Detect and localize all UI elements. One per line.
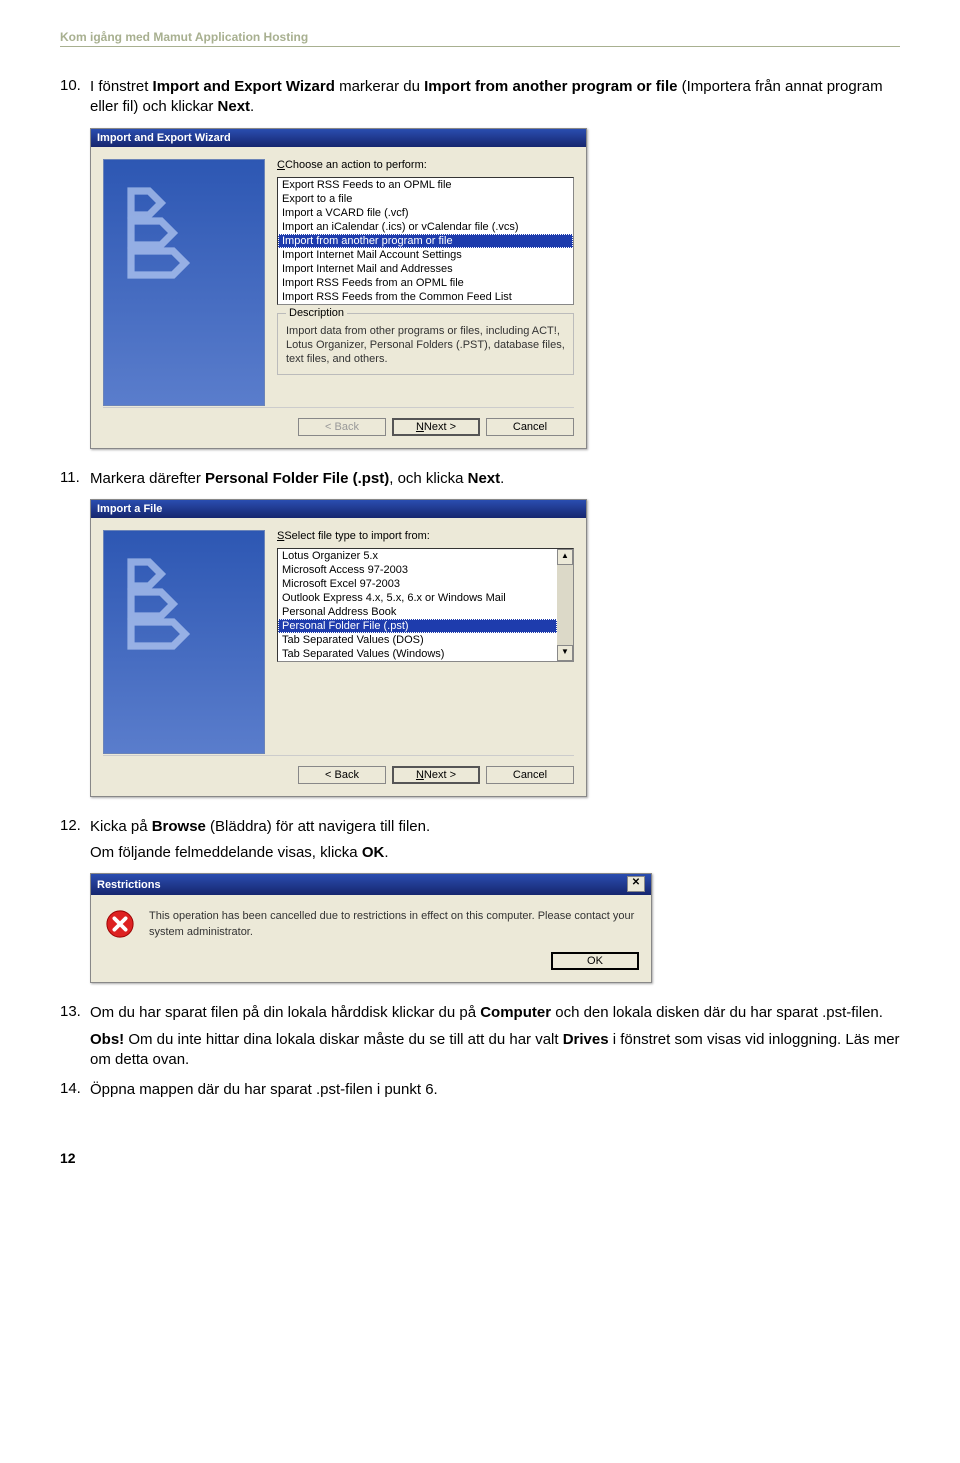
back-button: < Back — [298, 418, 386, 436]
description-text: Import data from other programs or files… — [286, 324, 565, 367]
step-10: 10. I fönstret Import and Export Wizard … — [60, 77, 900, 118]
cancel-button[interactable]: Cancel — [486, 418, 574, 436]
restrictions-text: This operation has been cancelled due to… — [149, 909, 637, 940]
lbl: Select file type to import from: — [284, 530, 430, 542]
listbox-item[interactable]: Outlook Express 4.x, 5.x, 6.x or Windows… — [278, 591, 557, 605]
listbox-item[interactable]: Export to a file — [278, 192, 573, 206]
step-number: 10. — [60, 77, 90, 118]
step-text: Markera därefter Personal Folder File (.… — [90, 469, 900, 489]
listbox-item[interactable]: Tab Separated Values (DOS) — [278, 633, 557, 647]
listbox-item[interactable]: Import Internet Mail and Addresses — [278, 262, 573, 276]
t: . — [384, 844, 388, 861]
titlebar: Import a File — [91, 500, 586, 518]
restrictions-dialog: Restrictions ✕ This operation has been c… — [90, 873, 652, 983]
step-number: 11. — [60, 469, 90, 489]
scroll-down-icon[interactable]: ▼ — [557, 645, 573, 661]
close-icon[interactable]: ✕ — [627, 876, 645, 892]
t-bold: Browse — [152, 818, 206, 835]
t-bold: OK — [362, 844, 385, 861]
wizard-side-graphic — [103, 530, 265, 754]
description-label: Description — [286, 307, 347, 319]
next-button[interactable]: NNext > — [392, 766, 480, 784]
t-bold: Computer — [480, 1004, 551, 1021]
wizard-side-graphic — [103, 159, 265, 406]
t: Kicka på — [90, 818, 152, 835]
scrollbar[interactable]: ▲ ▼ — [557, 549, 573, 661]
t-bold: Next — [218, 98, 251, 115]
step-12-sub: Om följande felmeddelande visas, klicka … — [90, 843, 900, 863]
titlebar: Import and Export Wizard — [91, 129, 586, 147]
title-text: Restrictions — [97, 879, 161, 891]
t-bold: Import from another program or file — [424, 78, 677, 95]
step-13: 13. Om du har sparat filen på din lokala… — [60, 1003, 900, 1023]
listbox-item[interactable]: Microsoft Excel 97-2003 — [278, 577, 557, 591]
step-text: Kicka på Browse (Bläddra) för att navige… — [90, 817, 900, 837]
t: . — [500, 470, 504, 487]
t: Om följande felmeddelande visas, klicka — [90, 844, 362, 861]
t-bold: Import and Export Wizard — [153, 78, 335, 95]
import-file-dialog: Import a File SSelect file type to impor… — [90, 499, 587, 797]
t: (Bläddra) för att navigera till filen. — [206, 818, 430, 835]
file-type-listbox[interactable]: Lotus Organizer 5.x Microsoft Access 97-… — [277, 548, 574, 662]
import-export-wizard-dialog: Import and Export Wizard CChoose an acti… — [90, 128, 587, 449]
t-bold: Obs! — [90, 1031, 124, 1048]
t-bold: Next — [468, 470, 501, 487]
lbl: Next > — [424, 769, 456, 781]
lbl: Next > — [424, 421, 456, 433]
listbox-item[interactable]: Tab Separated Values (Windows) — [278, 647, 557, 661]
step-number: 13. — [60, 1003, 90, 1023]
doc-header: Kom igång med Mamut Application Hosting — [60, 30, 900, 47]
listbox-item-selected[interactable]: Personal Folder File (.pst) — [278, 619, 557, 633]
step-text: Om du har sparat filen på din lokala hår… — [90, 1003, 900, 1023]
t: Om du inte hittar dina lokala diskar mås… — [124, 1031, 563, 1048]
ok-button[interactable]: OK — [551, 952, 639, 970]
t-bold: Drives — [563, 1031, 609, 1048]
step-12: 12. Kicka på Browse (Bläddra) för att na… — [60, 817, 900, 837]
t: . — [250, 98, 254, 115]
step-text: I fönstret Import and Export Wizard mark… — [90, 77, 900, 118]
page-number: 12 — [60, 1150, 900, 1166]
titlebar: Restrictions ✕ — [91, 874, 651, 895]
listbox-item[interactable]: Import an iCalendar (.ics) or vCalendar … — [278, 220, 573, 234]
listbox-item[interactable]: Import Internet Mail Account Settings — [278, 248, 573, 262]
listbox-item[interactable]: Personal Address Book — [278, 605, 557, 619]
t: markerar du — [335, 78, 424, 95]
back-button[interactable]: < Back — [298, 766, 386, 784]
cancel-button[interactable]: Cancel — [486, 766, 574, 784]
listbox-item[interactable]: Import RSS Feeds from the Common Feed Li… — [278, 290, 573, 304]
listbox-item[interactable]: Lotus Organizer 5.x — [278, 549, 557, 563]
t: Markera därefter — [90, 470, 205, 487]
listbox-item-selected[interactable]: Import from another program or file — [278, 234, 573, 248]
listbox-item[interactable]: Import a VCARD file (.vcf) — [278, 206, 573, 220]
t: och den lokala disken där du har sparat … — [551, 1004, 883, 1021]
description-group: Description Import data from other progr… — [277, 313, 574, 376]
step-11: 11. Markera därefter Personal Folder Fil… — [60, 469, 900, 489]
action-listbox[interactable]: Export RSS Feeds to an OPML file Export … — [277, 177, 574, 305]
step-14: 14. Öppna mappen där du har sparat .pst-… — [60, 1080, 900, 1100]
lbl: Choose an action to perform: — [285, 159, 427, 171]
step-text: Öppna mappen där du har sparat .pst-file… — [90, 1080, 900, 1100]
action-label: CChoose an action to perform: — [277, 159, 574, 171]
error-icon — [105, 909, 139, 942]
select-label: SSelect file type to import from: — [277, 530, 574, 542]
step-number: 14. — [60, 1080, 90, 1100]
next-button[interactable]: NNext > — [392, 418, 480, 436]
step-13-obs: Obs! Om du inte hittar dina lokala diska… — [90, 1030, 900, 1071]
t: I fönstret — [90, 78, 153, 95]
step-number: 12. — [60, 817, 90, 837]
listbox-item[interactable]: Export RSS Feeds to an OPML file — [278, 178, 573, 192]
listbox-item[interactable]: Import RSS Feeds from an OPML file — [278, 276, 573, 290]
scroll-up-icon[interactable]: ▲ — [557, 549, 573, 565]
t-bold: Personal Folder File (.pst) — [205, 470, 389, 487]
t: , och klicka — [389, 470, 467, 487]
t: Om du har sparat filen på din lokala hår… — [90, 1004, 480, 1021]
listbox-item[interactable]: Microsoft Access 97-2003 — [278, 563, 557, 577]
